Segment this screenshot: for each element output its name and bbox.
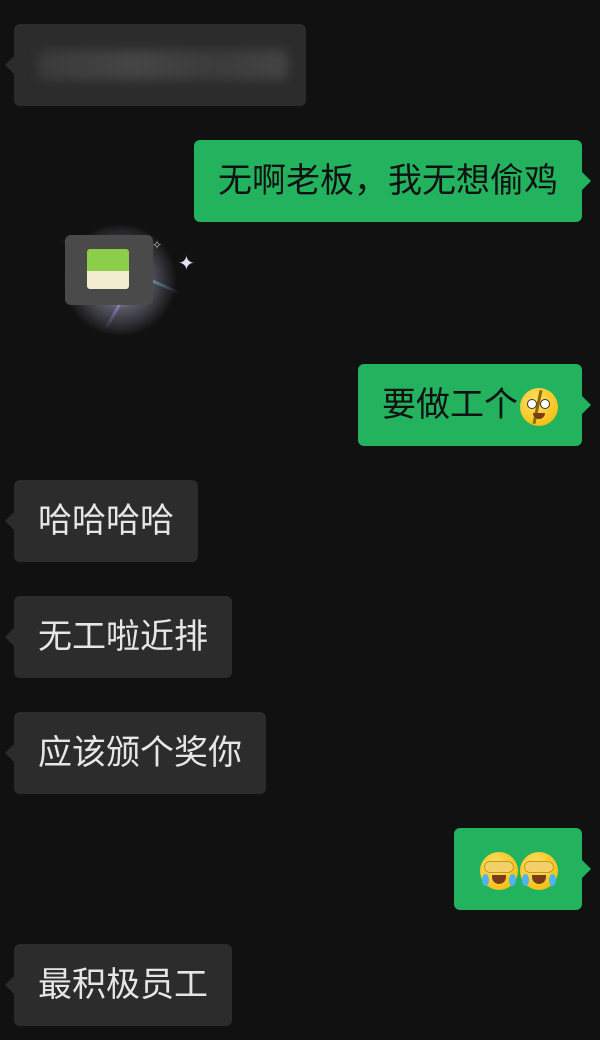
message-text: 要做工个 — [382, 385, 518, 425]
message-bubble-outgoing[interactable]: 要做工个 — [358, 364, 591, 446]
emoji-tear — [522, 873, 529, 886]
message-bubble-outgoing[interactable]: 无啊老板，我无想偷鸡 — [194, 140, 591, 222]
facepalm-emoji — [480, 851, 518, 890]
message-text: 无工啦近排 — [38, 617, 208, 657]
message-text: 应该颁个奖你 — [38, 733, 242, 773]
sparkle-icon: ✧ — [152, 238, 163, 252]
message-bubble-blurred[interactable] — [5, 24, 306, 106]
message-bubble-incoming[interactable]: 应该颁个奖你 — [5, 712, 266, 794]
emoji-tear — [549, 873, 556, 886]
emoji-hand — [484, 860, 514, 873]
sparkle-icon: ✦ — [178, 251, 195, 275]
blurred-message-text — [38, 50, 288, 80]
emoji-tear — [509, 873, 516, 886]
emoji-tear — [482, 873, 489, 886]
chat-messages: 无啊老板，我无想偷鸡 ✦ ✧ 要做工个 哈哈哈哈 无工啦近排 应该颁个奖你 最积… — [0, 0, 600, 1040]
dizzy-face-emoji — [520, 387, 558, 426]
message-text: 哈哈哈哈 — [38, 501, 174, 541]
message-text: 无啊老板，我无想偷鸡 — [218, 161, 558, 201]
emoji-mouth — [492, 874, 506, 884]
emoji-mouth — [533, 412, 545, 419]
message-text: 最积极员工 — [38, 965, 208, 1005]
emoji-mouth — [532, 874, 546, 884]
message-bubble-incoming[interactable]: 无工啦近排 — [5, 596, 232, 678]
facepalm-emoji — [520, 851, 558, 890]
sticker-message[interactable]: ✦ ✧ — [40, 205, 210, 355]
message-bubble-incoming[interactable]: 最积极员工 — [5, 944, 232, 1026]
message-bubble-incoming[interactable]: 哈哈哈哈 — [5, 480, 198, 562]
message-bubble-outgoing-emoji[interactable] — [454, 828, 591, 910]
emoji-eye — [540, 398, 550, 409]
sticker-face-icon — [87, 249, 129, 289]
emoji-hand — [524, 860, 554, 873]
